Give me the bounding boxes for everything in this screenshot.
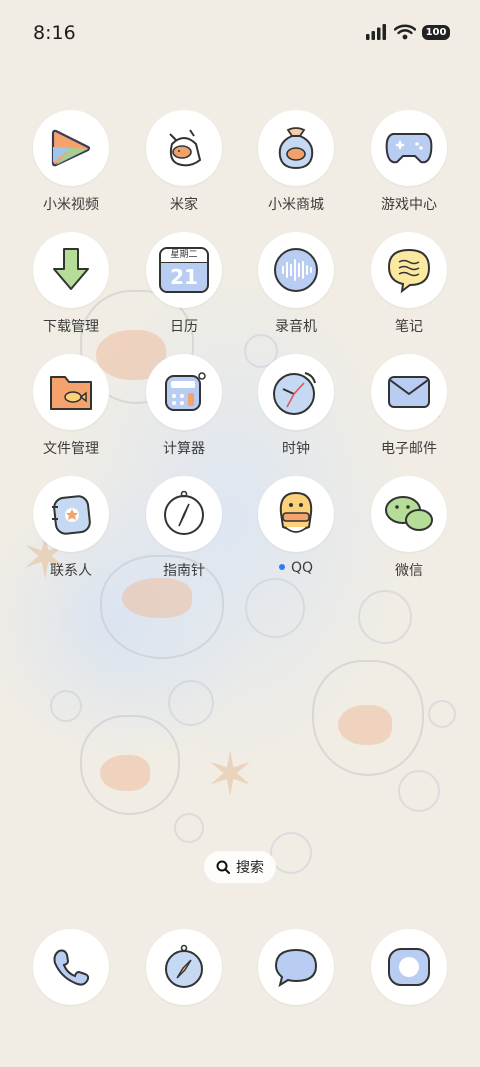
- app-notes[interactable]: 笔记: [359, 232, 459, 336]
- app-label: 小米视频: [43, 197, 99, 213]
- gamepad-icon: [385, 133, 433, 164]
- app-label: 日历: [170, 319, 198, 335]
- app-label: 计算器: [163, 441, 205, 457]
- mijia-cat-icon: [169, 129, 202, 167]
- dock: [0, 929, 480, 1005]
- app-label: QQ: [246, 560, 346, 576]
- signal-icon: [366, 24, 386, 40]
- app-clock[interactable]: 时钟: [246, 354, 346, 458]
- video-play-icon: [51, 129, 91, 167]
- search-button[interactable]: 搜索: [204, 851, 276, 883]
- app-label-text: QQ: [290, 560, 314, 576]
- search-icon: [216, 860, 230, 874]
- dock-messages[interactable]: [258, 929, 334, 1005]
- app-game-center[interactable]: 游戏中心: [359, 110, 459, 214]
- shopping-bag-icon: [278, 127, 314, 170]
- app-file-manager[interactable]: 文件管理: [21, 354, 121, 458]
- status-bar: 8:16 100: [0, 0, 480, 68]
- calendar-icon: 星期二 21: [159, 247, 209, 293]
- status-time: 8:16: [33, 22, 76, 44]
- app-label: 下载管理: [43, 319, 99, 335]
- app-label: 文件管理: [43, 441, 99, 457]
- wechat-icon: [385, 496, 433, 531]
- app-label: 小米商城: [268, 197, 324, 213]
- app-label: 时钟: [282, 441, 310, 457]
- calendar-weekday: 星期二: [161, 249, 207, 263]
- app-label: 游戏中心: [381, 197, 437, 213]
- app-contacts[interactable]: 联系人: [21, 476, 121, 580]
- calculator-icon: [165, 372, 206, 411]
- search-label: 搜索: [236, 860, 264, 876]
- compass-icon: [164, 490, 204, 535]
- download-arrow-icon: [53, 248, 89, 290]
- app-compass[interactable]: 指南针: [134, 476, 234, 580]
- recorder-wave-icon: [274, 248, 318, 292]
- wifi-icon: [394, 24, 416, 40]
- app-email[interactable]: 电子邮件: [359, 354, 459, 458]
- calendar-day: 21: [170, 265, 198, 289]
- app-label: 电子邮件: [381, 441, 437, 457]
- dock-phone[interactable]: [33, 929, 109, 1005]
- mail-icon: [388, 376, 430, 408]
- app-label: 微信: [395, 563, 423, 579]
- clock-icon: [273, 372, 316, 415]
- app-label: 指南针: [163, 563, 205, 579]
- camera-icon: [388, 948, 430, 986]
- app-label: 录音机: [275, 319, 317, 335]
- qq-penguin-icon: [279, 491, 313, 533]
- messages-icon: [274, 948, 318, 988]
- new-install-dot: [278, 564, 285, 570]
- battery-indicator: 100: [422, 24, 450, 40]
- app-xiaomi-video[interactable]: 小米视频: [21, 110, 121, 214]
- app-label: 联系人: [50, 563, 92, 579]
- note-bubble-icon: [387, 248, 431, 294]
- app-recorder[interactable]: 录音机: [246, 232, 346, 336]
- app-qq[interactable]: QQ: [246, 476, 346, 576]
- contacts-icon: [52, 495, 91, 535]
- app-calendar[interactable]: 星期二 21 日历: [134, 232, 234, 336]
- app-label: 米家: [170, 197, 198, 213]
- browser-icon: [165, 944, 203, 988]
- dock-browser[interactable]: [146, 929, 222, 1005]
- app-xiaomi-mall[interactable]: 小米商城: [246, 110, 346, 214]
- app-mijia[interactable]: 米家: [134, 110, 234, 214]
- folder-icon: [50, 376, 92, 410]
- app-calculator[interactable]: 计算器: [134, 354, 234, 458]
- phone-icon: [53, 949, 90, 986]
- app-label: 笔记: [395, 319, 423, 335]
- app-wechat[interactable]: 微信: [359, 476, 459, 580]
- dock-camera[interactable]: [371, 929, 447, 1005]
- app-download-manager[interactable]: 下载管理: [21, 232, 121, 336]
